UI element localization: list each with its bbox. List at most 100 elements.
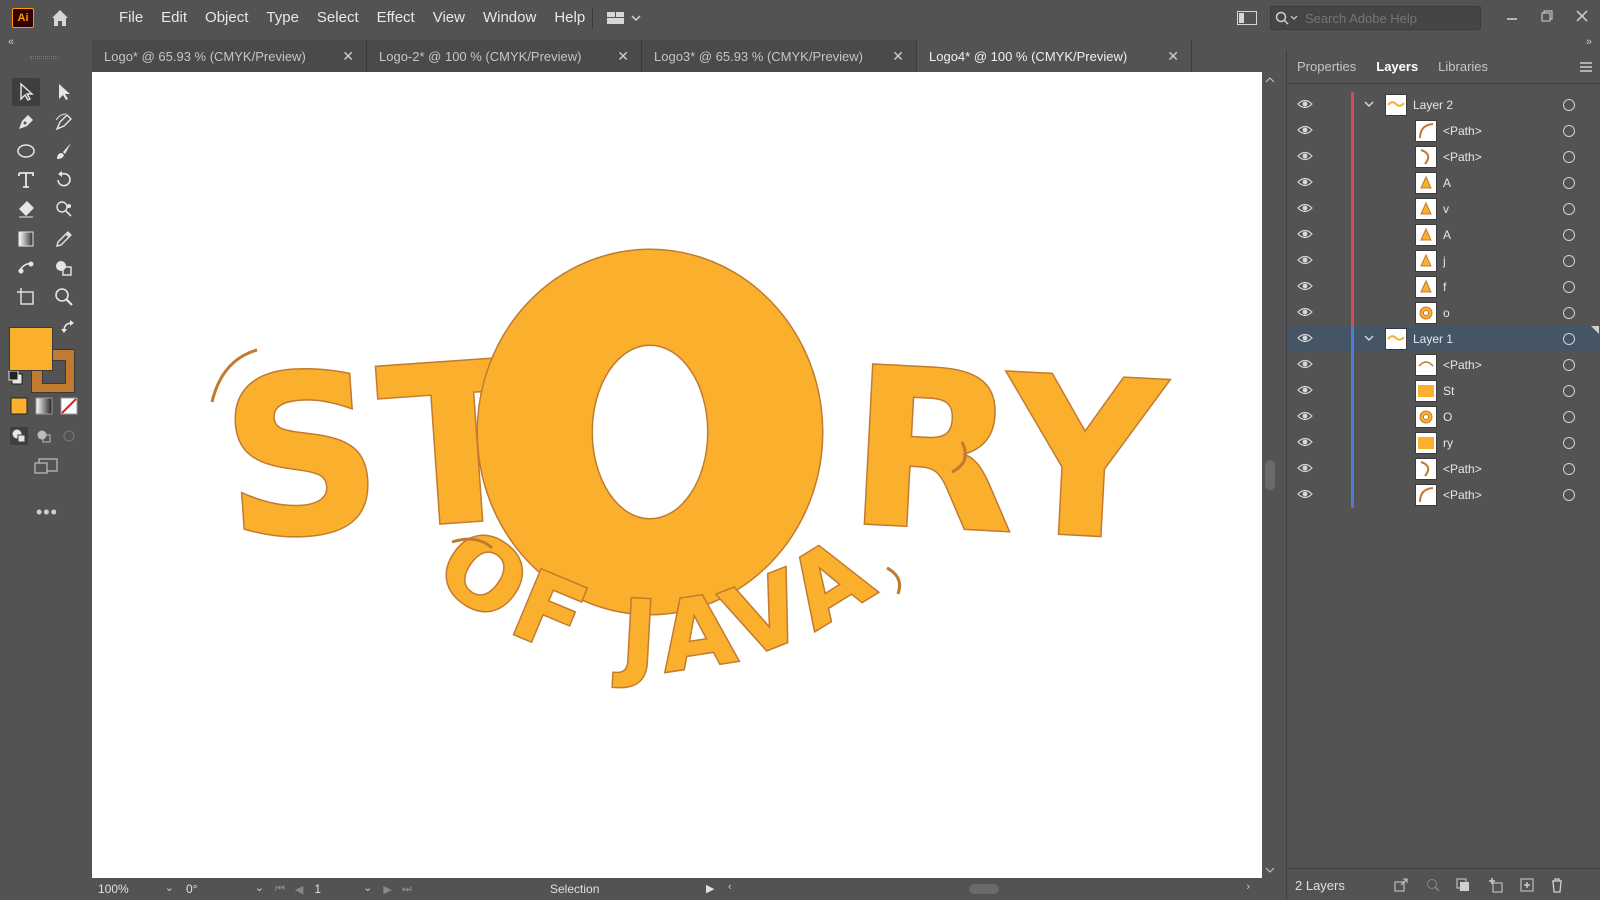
eyedropper-tool-icon[interactable] xyxy=(50,225,78,253)
rotation-select[interactable]: 0° ⌄ xyxy=(180,878,270,900)
restore-button[interactable] xyxy=(1535,4,1559,28)
visibility-eye-icon[interactable] xyxy=(1297,462,1313,474)
layer-name[interactable]: A xyxy=(1443,176,1451,190)
menu-file[interactable]: File xyxy=(110,0,152,36)
artboard-number-select[interactable]: 1 ⌄ xyxy=(308,878,378,900)
target-circle-icon[interactable] xyxy=(1563,255,1575,267)
canvas-area[interactable]: ST RY OF JAVA xyxy=(92,72,1262,878)
sublayer-row[interactable]: ry xyxy=(1287,430,1600,456)
sublayer-row[interactable]: A xyxy=(1287,170,1600,196)
sublayer-row[interactable]: <Path> xyxy=(1287,482,1600,508)
visibility-eye-icon[interactable] xyxy=(1297,488,1313,500)
menu-type[interactable]: Type xyxy=(257,0,308,36)
target-circle-icon[interactable] xyxy=(1563,229,1575,241)
sublayer-row[interactable]: f xyxy=(1287,274,1600,300)
pen-tool-icon[interactable] xyxy=(12,108,40,136)
sublayer-row[interactable]: o xyxy=(1287,300,1600,326)
visibility-eye-icon[interactable] xyxy=(1297,306,1313,318)
menu-object[interactable]: Object xyxy=(196,0,257,36)
workspace-switcher-icon[interactable] xyxy=(606,10,646,26)
visibility-eye-icon[interactable] xyxy=(1297,124,1313,136)
minimize-button[interactable] xyxy=(1500,4,1524,28)
target-circle-icon[interactable] xyxy=(1563,411,1575,423)
paintbrush-tool-icon[interactable] xyxy=(50,137,78,165)
make-clipping-mask-icon[interactable] xyxy=(1455,877,1471,893)
tab-libraries[interactable]: Libraries xyxy=(1428,50,1498,84)
draw-behind-icon[interactable] xyxy=(35,427,53,445)
collapse-toolbar-icon[interactable]: « xyxy=(8,36,14,48)
layer-name[interactable]: <Path> xyxy=(1443,488,1482,502)
layer-name[interactable]: <Path> xyxy=(1443,150,1482,164)
doc-tab-logo3[interactable]: Logo3* @ 65.93 % (CMYK/Preview) ✕ xyxy=(642,40,917,72)
horizontal-scrollbar[interactable]: ‹ › xyxy=(724,878,1254,900)
doc-tab-logo4[interactable]: Logo4* @ 100 % (CMYK/Preview) ✕ xyxy=(917,40,1192,72)
toolbar-grip[interactable] xyxy=(30,56,58,59)
layer-name[interactable]: j xyxy=(1443,254,1446,268)
layer-name[interactable]: <Path> xyxy=(1443,124,1482,138)
layer-name[interactable]: O xyxy=(1443,410,1452,424)
rotate-tool-icon[interactable] xyxy=(50,166,78,194)
layer-name[interactable]: A xyxy=(1443,228,1451,242)
doc-tab-logo-2[interactable]: Logo-2* @ 100 % (CMYK/Preview) ✕ xyxy=(367,40,642,72)
layer-name[interactable]: f xyxy=(1443,280,1446,294)
target-circle-icon[interactable] xyxy=(1563,151,1575,163)
sublayer-row[interactable]: O xyxy=(1287,404,1600,430)
tab-layers[interactable]: Layers xyxy=(1366,50,1428,84)
chevron-down-icon[interactable] xyxy=(1363,332,1375,344)
export-layer-icon[interactable] xyxy=(1393,877,1409,893)
visibility-eye-icon[interactable] xyxy=(1297,176,1313,188)
puppet-warp-tool-icon[interactable] xyxy=(50,195,78,223)
layer-name[interactable]: <Path> xyxy=(1443,462,1482,476)
close-tab-icon[interactable]: ✕ xyxy=(892,48,904,65)
delete-layer-icon[interactable] xyxy=(1549,877,1565,893)
menu-effect[interactable]: Effect xyxy=(368,0,424,36)
layer-name[interactable]: <Path> xyxy=(1443,358,1482,372)
gradient-tool-icon[interactable] xyxy=(12,225,40,253)
target-circle-icon[interactable] xyxy=(1563,437,1575,449)
next-artboard-icon[interactable]: ▶ xyxy=(383,883,391,896)
status-menu-icon[interactable]: ▶ xyxy=(706,882,714,895)
search-input[interactable] xyxy=(1305,10,1475,26)
visibility-eye-icon[interactable] xyxy=(1297,254,1313,266)
target-circle-icon[interactable] xyxy=(1563,125,1575,137)
direct-selection-tool-icon[interactable] xyxy=(50,78,78,106)
blend-tool-icon[interactable] xyxy=(12,254,40,282)
swap-fill-stroke-icon[interactable] xyxy=(60,319,78,337)
sublayer-row[interactable]: <Path> xyxy=(1287,144,1600,170)
scroll-down-icon[interactable] xyxy=(1265,866,1275,874)
layer-name[interactable]: Layer 2 xyxy=(1413,98,1453,112)
target-circle-icon[interactable] xyxy=(1563,489,1575,501)
tab-properties[interactable]: Properties xyxy=(1287,50,1366,84)
visibility-eye-icon[interactable] xyxy=(1297,410,1313,422)
layer-name[interactable]: o xyxy=(1443,306,1450,320)
layer-row[interactable]: Layer 1 xyxy=(1287,326,1600,352)
shape-builder-tool-icon[interactable] xyxy=(50,254,78,282)
sublayer-row[interactable]: <Path> xyxy=(1287,456,1600,482)
close-tab-icon[interactable]: ✕ xyxy=(342,48,354,65)
layer-name[interactable]: Layer 1 xyxy=(1413,332,1453,346)
visibility-eye-icon[interactable] xyxy=(1297,228,1313,240)
layer-row[interactable]: Layer 2 xyxy=(1287,92,1600,118)
visibility-eye-icon[interactable] xyxy=(1297,202,1313,214)
target-circle-icon[interactable] xyxy=(1563,333,1575,345)
visibility-eye-icon[interactable] xyxy=(1297,280,1313,292)
more-tools-icon[interactable]: ••• xyxy=(36,502,58,523)
visibility-eye-icon[interactable] xyxy=(1297,436,1313,448)
sublayer-row[interactable]: v xyxy=(1287,196,1600,222)
target-circle-icon[interactable] xyxy=(1563,99,1575,111)
color-mode-icon[interactable] xyxy=(10,397,28,415)
ellipse-tool-icon[interactable] xyxy=(12,137,40,165)
target-circle-icon[interactable] xyxy=(1563,385,1575,397)
locate-object-icon[interactable] xyxy=(1425,877,1441,893)
arrange-documents-icon[interactable] xyxy=(1236,9,1258,27)
menu-view[interactable]: View xyxy=(424,0,474,36)
type-tool-icon[interactable] xyxy=(12,166,40,194)
art-text-ry[interactable]: RY xyxy=(841,320,1173,592)
close-tab-icon[interactable]: ✕ xyxy=(617,48,629,65)
sublayer-row[interactable]: A xyxy=(1287,222,1600,248)
menu-window[interactable]: Window xyxy=(474,0,545,36)
artboard-tool-icon[interactable] xyxy=(12,283,40,311)
scroll-left-icon[interactable]: ‹ xyxy=(728,881,732,893)
horizontal-scroll-thumb[interactable] xyxy=(969,884,999,894)
panel-menu-icon[interactable] xyxy=(1579,61,1593,73)
